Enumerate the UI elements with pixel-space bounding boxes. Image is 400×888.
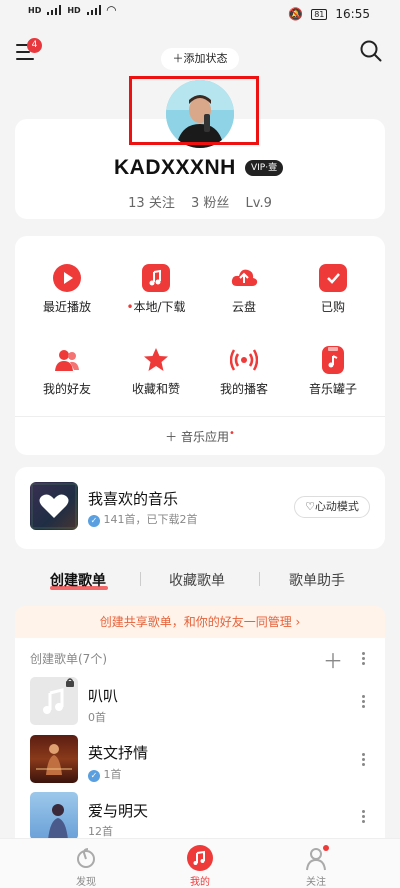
level-label[interactable]: Lv.9 (246, 196, 272, 211)
purchased-bag-icon (319, 264, 347, 292)
heart-outline-icon: ♡ (305, 500, 315, 513)
tab-created-playlists[interactable]: 创建歌单 (50, 570, 106, 590)
signal-indicators: HD HD ◠ (28, 3, 116, 17)
local-music-icon (142, 264, 170, 292)
tab-divider (259, 572, 260, 586)
grid-item-podcast[interactable]: 我的播客 (199, 346, 289, 397)
more-icon[interactable] (362, 751, 366, 768)
wifi-icon: ◠ (106, 3, 116, 17)
discover-icon (73, 845, 99, 871)
add-playlist-icon[interactable]: ＋ (323, 645, 343, 674)
star-icon (142, 346, 170, 374)
grid-item-local-download[interactable]: •本地/下载 (111, 264, 201, 315)
playlist-cover[interactable] (30, 677, 78, 725)
clock: 16:55 (335, 7, 370, 21)
tab-divider (140, 572, 141, 586)
menu-badge: 4 (27, 38, 42, 53)
grid-item-purchased[interactable]: 已购 (288, 264, 378, 315)
grid-item-favorites[interactable]: 收藏和赞 (111, 346, 201, 397)
signal-icon-2 (86, 5, 101, 15)
heart-mode-button[interactable]: ♡心动模式 (294, 496, 370, 518)
grid-item-recent-play[interactable]: 最近播放 (22, 264, 112, 315)
shared-playlist-banner[interactable]: 创建共享歌单，和你的好友一同管理 › (15, 606, 385, 638)
playlist-title[interactable]: 爱与明天 (88, 800, 148, 821)
new-dot: • (126, 300, 134, 314)
music-note-icon (43, 678, 74, 714)
search-icon[interactable] (360, 40, 382, 62)
grid-item-label: 我的播客 (219, 382, 268, 396)
signal-icon (47, 5, 62, 15)
vip-badge[interactable]: VIP·壹 (245, 160, 284, 176)
tab-playlist-helper[interactable]: 歌单助手 (289, 570, 345, 590)
add-status-button[interactable]: ＋添加状态 (161, 48, 239, 70)
play-icon (53, 264, 81, 292)
plus-icon: ＋ (172, 52, 184, 65)
battery-icon: 81 (311, 8, 328, 20)
playlist-cover[interactable] (30, 735, 78, 783)
fans-count[interactable]: 3 粉丝 (191, 196, 229, 211)
grid-item-label: 云盘 (231, 300, 256, 314)
grid-item-friends[interactable]: 我的好友 (22, 346, 112, 397)
nav-follow[interactable]: 关注 (286, 845, 346, 888)
favorite-subtitle: ✓ 141首，已下载2首 (88, 511, 198, 527)
grid-item-label: 我的好友 (42, 382, 91, 396)
grid-item-label: 音乐罐子 (308, 382, 357, 396)
cover-image (48, 804, 68, 840)
highlight-box (129, 76, 259, 145)
download-check-icon: ✓ (88, 770, 100, 782)
tab-collected-playlists[interactable]: 收藏歌单 (169, 570, 225, 590)
follow-icon (303, 845, 329, 871)
more-icon[interactable] (362, 650, 366, 667)
music-app-label: 音乐应用 (180, 430, 229, 444)
favorite-cover[interactable] (30, 482, 78, 530)
cloud-upload-icon (230, 264, 258, 292)
hd-label-2: HD (67, 5, 81, 15)
nav-label: 关注 (306, 877, 326, 888)
bottom-nav: 发现 我的 关注 (0, 838, 400, 888)
more-icon[interactable] (362, 693, 366, 710)
more-icon[interactable] (362, 808, 366, 825)
download-check-icon: ✓ (88, 515, 100, 527)
following-count[interactable]: 13 关注 (128, 196, 175, 211)
favorite-title[interactable]: 我喜欢的音乐 (88, 488, 178, 509)
nav-label: 我的 (190, 877, 210, 888)
nav-label: 发现 (76, 877, 96, 888)
new-dot: • (228, 428, 235, 439)
nav-discover[interactable]: 发现 (56, 845, 116, 888)
plus-icon: ＋ (165, 430, 178, 444)
playlist-count: ✓ 1首 (88, 766, 122, 782)
playlist-count: 0首 (88, 711, 106, 724)
my-music-icon (187, 845, 213, 871)
grid-item-label: 已购 (320, 300, 345, 314)
cover-image (36, 744, 72, 775)
grid-item-cloud[interactable]: 云盘 (199, 264, 289, 315)
playlist-title[interactable]: 英文抒情 (88, 742, 148, 763)
playlist-count: 12首 (88, 825, 113, 838)
grid-item-label: 收藏和赞 (131, 382, 180, 396)
status-right: 🔕 81 16:55 (288, 7, 370, 21)
mute-icon: 🔕 (288, 7, 304, 21)
add-status-label: 添加状态 (183, 52, 228, 65)
podcast-icon (229, 346, 259, 374)
status-bar: HD HD ◠ 🔕 81 16:55 (0, 0, 400, 28)
playlist-header: 创建歌单(7个) (30, 652, 107, 666)
grid-item-label: •本地/下载 (126, 300, 186, 314)
music-app-button[interactable]: ＋ 音乐应用• (15, 416, 385, 454)
grid-item-music-jar[interactable]: 音乐罐子 (288, 346, 378, 397)
music-jar-icon (322, 346, 344, 374)
username[interactable]: KADXXXNH (114, 156, 236, 180)
heart-icon (31, 483, 77, 529)
nav-mine[interactable]: 我的 (170, 845, 230, 888)
grid-item-label: 最近播放 (42, 300, 91, 314)
playlist-cover[interactable] (30, 792, 78, 840)
profile-stats: 13 关注 3 粉丝 Lv.9 (0, 192, 400, 211)
friends-icon (53, 346, 81, 374)
hd-label: HD (28, 5, 42, 15)
playlist-title[interactable]: 叭叭 (88, 685, 118, 706)
